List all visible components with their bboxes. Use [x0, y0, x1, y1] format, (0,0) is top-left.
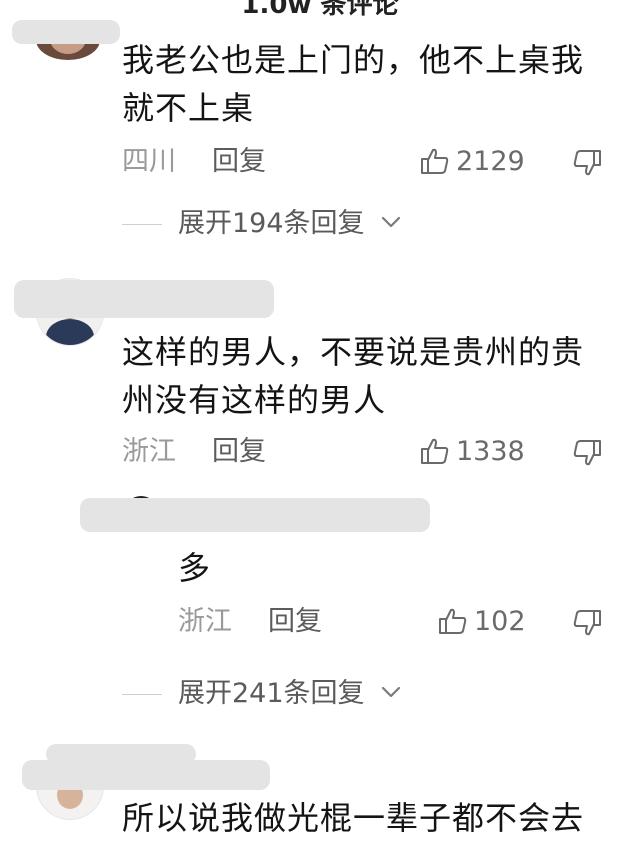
redacted-username	[22, 760, 270, 790]
divider-line	[122, 224, 162, 225]
comment-location: 浙江	[122, 436, 176, 467]
reply-button[interactable]: 回复	[212, 144, 266, 180]
thumbs-down-icon[interactable]	[572, 608, 602, 638]
redacted-username	[80, 498, 430, 532]
thumbs-down-icon[interactable]	[572, 438, 602, 468]
expand-replies-button[interactable]: 展开241条回复	[178, 676, 365, 712]
comment-text: 所以说我做光棍一辈子都不会去	[122, 799, 585, 837]
reply-button[interactable]: 回复	[212, 434, 266, 470]
redacted-username	[14, 280, 274, 318]
comment-location: 四川	[122, 146, 176, 177]
chevron-down-icon[interactable]	[380, 214, 402, 230]
reply-text: 多	[178, 549, 212, 587]
reply-location: 浙江	[178, 606, 232, 637]
like-count: 2129	[456, 146, 525, 177]
thumbs-down-icon[interactable]	[572, 148, 602, 178]
like-count: 1338	[456, 436, 525, 467]
like-count: 102	[474, 606, 526, 637]
reply-button[interactable]: 回复	[268, 604, 322, 640]
comment-text: 这样的男人，不要说是贵州的贵 州没有这样的男人	[122, 333, 585, 419]
divider-line	[122, 694, 162, 695]
thumbs-up-icon[interactable]	[420, 146, 450, 176]
comment-text: 我老公也是上门的，他不上桌我 就不上桌	[122, 41, 585, 127]
chevron-down-icon[interactable]	[380, 684, 402, 700]
thumbs-up-icon[interactable]	[420, 436, 450, 466]
comments-count-title: 1.0w 条评论	[241, 0, 399, 20]
expand-replies-button[interactable]: 展开194条回复	[178, 206, 365, 242]
redacted-username	[12, 20, 120, 44]
thumbs-up-icon[interactable]	[438, 606, 468, 636]
